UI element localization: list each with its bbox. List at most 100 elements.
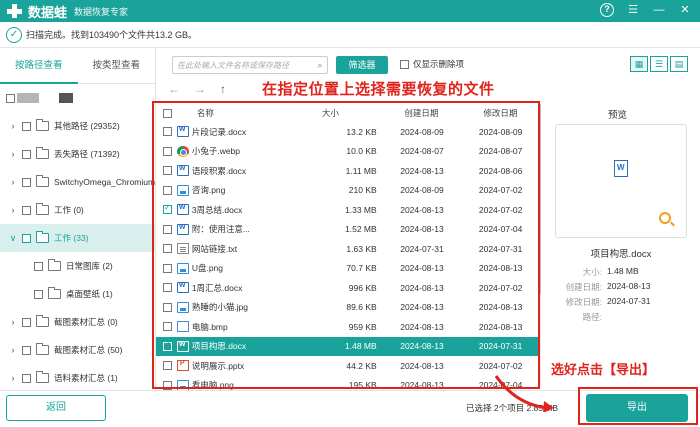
- meta-value: 2024-08-13: [607, 281, 651, 291]
- annotation-export-hint: 选好点击【导出】: [551, 362, 656, 377]
- folder-icon: [36, 175, 49, 187]
- tree-item[interactable]: › SwitchyOmega_Chromium: [0, 168, 156, 196]
- folder-icon: [36, 315, 49, 327]
- tree-item[interactable]: ∨ 工作 (33): [0, 224, 156, 252]
- zoom-icon[interactable]: [659, 212, 671, 224]
- preview-title: 预览: [608, 110, 628, 121]
- filter-button[interactable]: 筛选器: [336, 56, 388, 74]
- search-box[interactable]: 在此处输入文件名称或保存路径 ⌕: [172, 56, 328, 74]
- tree-item-checkbox[interactable]: [22, 149, 31, 159]
- meta-value: 1.48 MB: [607, 266, 639, 276]
- preview-file-name: 项目构思.docx: [590, 249, 652, 260]
- list-view-icon[interactable]: ☰: [650, 56, 668, 72]
- chevron-down-icon[interactable]: ∨: [8, 233, 18, 244]
- view-tabs: 按路径查看 按类型查看: [0, 48, 155, 84]
- view-mode-switch: ▦ ☰ ▤: [628, 56, 688, 72]
- tree-item[interactable]: › 工作 (0): [0, 196, 156, 224]
- drive-icon: [17, 93, 39, 103]
- preview-meta-row: 大小: 1.48 MB: [555, 266, 639, 278]
- chevron-right-icon[interactable]: ›: [8, 149, 18, 159]
- tree-item-checkbox[interactable]: [34, 261, 43, 271]
- meta-key: 路径:: [582, 312, 602, 322]
- app-logo-icon: [5, 3, 25, 19]
- tree-item-label: 工作 (33): [54, 233, 89, 243]
- folder-icon: [36, 371, 49, 383]
- forward-arrow-icon[interactable]: →: [194, 82, 206, 96]
- tree-item-checkbox[interactable]: [34, 289, 43, 299]
- tree-item[interactable]: › 丢失路径 (71392): [0, 140, 156, 168]
- close-icon[interactable]: ✕: [678, 3, 692, 17]
- window-controls: ? ☰ — ✕: [600, 3, 692, 17]
- tree-item-checkbox[interactable]: [22, 345, 31, 355]
- tree-item[interactable]: › 其他路径 (29352): [0, 112, 156, 140]
- menu-icon[interactable]: ☰: [626, 3, 640, 17]
- drive-icon: [59, 93, 73, 103]
- preview-meta-row: 修改日期: 2024-07-31: [555, 296, 651, 308]
- folder-icon: [36, 231, 49, 243]
- chevron-right-icon[interactable]: ›: [8, 317, 18, 327]
- tree-item-checkbox[interactable]: [22, 121, 31, 131]
- annotation-select-hint: 在指定位置上选择需要恢复的文件: [262, 81, 495, 98]
- chevron-right-icon[interactable]: ›: [8, 205, 18, 215]
- deleted-only-checkbox[interactable]: [400, 59, 409, 69]
- preview-meta-row: 创建日期: 2024-08-13: [555, 281, 651, 293]
- folder-icon: [48, 259, 61, 271]
- tree-item-label: 截图素材汇总 (50): [54, 345, 123, 355]
- tree-item[interactable]: › 截图素材汇总 (50): [0, 336, 156, 364]
- meta-key: 创建日期:: [565, 282, 602, 292]
- tree-item-label: 其他路径 (29352): [54, 121, 120, 131]
- tree-item-label: 截图素材汇总 (0): [54, 317, 118, 327]
- minimize-icon[interactable]: —: [652, 3, 666, 17]
- app-subtitle: 数据恢复专家: [74, 6, 129, 17]
- chevron-right-icon[interactable]: ›: [8, 345, 18, 355]
- detail-view-icon[interactable]: ▤: [670, 56, 688, 72]
- root-checkbox[interactable]: [6, 93, 15, 103]
- tree-item-checkbox[interactable]: [22, 205, 31, 215]
- annotation-arrow-icon: [494, 375, 554, 412]
- deleted-only-label: 仅显示删除项: [413, 59, 465, 69]
- folder-icon: [36, 343, 49, 355]
- meta-key: 修改日期:: [565, 297, 602, 307]
- folder-icon: [36, 147, 49, 159]
- meta-value: 2024-07-31: [607, 296, 651, 306]
- search-input[interactable]: 在此处输入文件名称或保存路径: [173, 60, 313, 71]
- back-arrow-icon[interactable]: ←: [168, 82, 180, 96]
- search-icon[interactable]: ⌕: [313, 60, 327, 71]
- tree-item-label: SwitchyOmega_Chromium: [54, 177, 156, 187]
- back-button[interactable]: 返回: [6, 395, 106, 421]
- tree-item-label: 日常图库 (2): [66, 261, 113, 271]
- deleted-only-toggle[interactable]: 仅显示删除项: [400, 58, 464, 70]
- chevron-right-icon[interactable]: ›: [8, 177, 18, 187]
- tree-item[interactable]: 日常图库 (2): [0, 252, 156, 280]
- tree-root[interactable]: [0, 84, 156, 112]
- tree-item-label: 语料素材汇总 (1): [54, 373, 118, 383]
- scan-status-text: 扫描完成。找到103490个文件共13.2 GB。: [26, 30, 198, 40]
- help-icon[interactable]: ?: [600, 3, 614, 17]
- tree-item[interactable]: › 截图素材汇总 (0): [0, 308, 156, 336]
- tree-item[interactable]: › 语料素材汇总 (1): [0, 364, 156, 392]
- tree-item-label: 桌面壁纸 (1): [66, 289, 113, 299]
- folder-icon: [48, 287, 61, 299]
- title-bar: 数据蛙 数据恢复专家 ? ☰ — ✕: [0, 0, 700, 22]
- tree-item[interactable]: 桌面壁纸 (1): [0, 280, 156, 308]
- tree-item-checkbox[interactable]: [22, 317, 31, 327]
- app-name: 数据蛙: [28, 4, 68, 20]
- tree-item-label: 丢失路径 (71392): [54, 149, 120, 159]
- tree-item-checkbox[interactable]: [22, 177, 31, 187]
- left-panel: 按路径查看 按类型查看 › 其他路径 (29352) › 丢失路径 (71392) › S…: [0, 48, 156, 390]
- tab-by-path[interactable]: 按路径查看: [0, 48, 78, 84]
- tree-item-checkbox[interactable]: [22, 373, 31, 383]
- tab-by-type[interactable]: 按类型查看: [78, 48, 156, 84]
- tree-item-label: 工作 (0): [54, 205, 84, 215]
- grid-view-icon[interactable]: ▦: [630, 56, 648, 72]
- nav-buttons: ← → ↑: [168, 82, 226, 96]
- tree-item-checkbox[interactable]: [22, 233, 31, 243]
- scan-status-bar: ✓ 扫描完成。找到103490个文件共13.2 GB。: [0, 22, 700, 48]
- word-file-icon: [614, 160, 628, 177]
- up-arrow-icon[interactable]: ↑: [220, 82, 226, 96]
- preview-meta-row: 路径:: [555, 311, 607, 323]
- chevron-right-icon[interactable]: ›: [8, 373, 18, 383]
- chevron-right-icon[interactable]: ›: [8, 121, 18, 131]
- meta-key: 大小:: [582, 267, 602, 277]
- folder-icon: [36, 119, 49, 131]
